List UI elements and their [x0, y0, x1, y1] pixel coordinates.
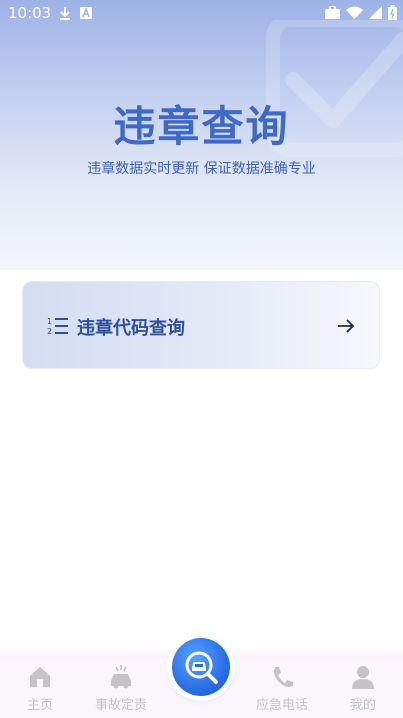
- status-time: 10:03: [8, 4, 52, 22]
- download-icon: [60, 7, 70, 20]
- page-title: 违章查询: [113, 102, 290, 151]
- svg-text:1: 1: [47, 317, 52, 326]
- battery-icon: [388, 5, 397, 20]
- svg-text:2: 2: [47, 327, 52, 336]
- tab-accident-liability[interactable]: 事故定责: [86, 664, 156, 713]
- phone-icon: [274, 667, 293, 687]
- tab-mine[interactable]: 我的: [328, 664, 398, 713]
- car-search-icon: [185, 651, 218, 684]
- numbered-list-icon: 1 2: [47, 317, 68, 336]
- home-icon: [30, 667, 50, 687]
- briefcase-icon: [325, 6, 340, 19]
- tab-emergency-phone[interactable]: 应急电话: [247, 664, 317, 713]
- page-subtitle: 违章数据实时更新 保证数据准确专业: [87, 161, 316, 177]
- card-label: 违章代码查询: [77, 318, 185, 339]
- car-accident-icon: [111, 665, 131, 689]
- user-icon: [352, 666, 374, 689]
- arrow-right-icon: [338, 319, 355, 333]
- center-query-button[interactable]: [172, 638, 230, 696]
- tab-home[interactable]: 主页: [5, 664, 75, 713]
- a-icon: [80, 7, 92, 19]
- violation-code-query-card[interactable]: 1 2 违章代码查询: [22, 281, 380, 369]
- hero-banner: 10:03 违章查询 违章数据实时更新 保证数据准确专业: [0, 0, 403, 270]
- status-bar: 10:03: [0, 0, 403, 28]
- wifi-icon: [346, 6, 363, 19]
- signal-icon: [369, 6, 382, 19]
